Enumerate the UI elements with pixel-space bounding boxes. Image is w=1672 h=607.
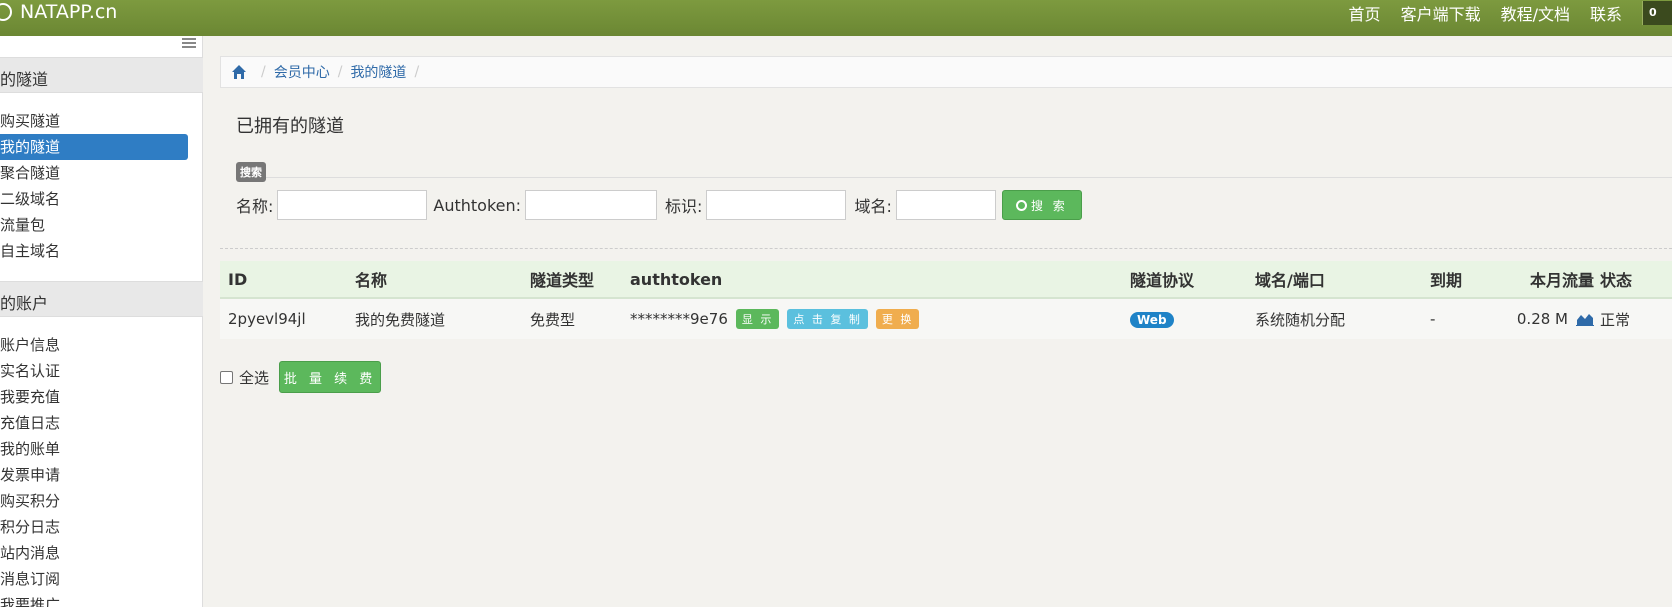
sidebar-collapse-icon[interactable]	[182, 38, 196, 48]
header-status: 状态	[1600, 271, 1633, 290]
header-type: 隧道类型	[530, 271, 595, 290]
sidebar-account-list: 账户信息 实名认证 我要充值 充值日志 我的账单 发票申请 购买积分 积分日志 …	[0, 332, 203, 607]
breadcrumb: / 会员中心 / 我的隧道 /	[220, 56, 1672, 88]
sidebar-item-buy-points[interactable]: 购买积分	[0, 488, 203, 514]
tunnel-authtoken-cell: ********9e76 显 示 点 击 复 制 更 换	[630, 309, 1130, 329]
header-traffic: 本月流量	[1529, 271, 1594, 290]
sidebar-item-messages[interactable]: 站内消息	[0, 540, 203, 566]
breadcrumb-separator: /	[261, 64, 266, 80]
breadcrumb-separator: /	[414, 64, 420, 80]
tag-search-input[interactable]	[706, 190, 847, 220]
tunnel-protocol-cell: Web	[1130, 310, 1255, 328]
sidebar-item-subdomain[interactable]: 二级域名	[0, 186, 203, 212]
traffic-chart-icon[interactable]	[1576, 312, 1594, 326]
tunnel-traffic-cell: 0.28 M	[1490, 310, 1600, 328]
tag-label: 标识:	[665, 197, 703, 216]
authtoken-label: Authtoken:	[433, 195, 522, 215]
select-all-checkbox[interactable]	[220, 370, 233, 384]
sidebar-item-promotion[interactable]: 我要推广	[0, 592, 203, 607]
name-search-input[interactable]	[277, 190, 428, 220]
header-domain-port: 域名/端口	[1255, 271, 1325, 290]
nav-download[interactable]: 客户端下载	[1401, 1, 1481, 25]
protocol-badge: Web	[1130, 312, 1174, 328]
change-token-button[interactable]: 更 换	[875, 309, 920, 329]
tunnel-name: 我的免费隧道	[355, 310, 446, 329]
top-navbar: NATAPP.cn 首页 客户端下载 教程/文档 联系 0	[0, 0, 1672, 36]
header-protocol: 隧道协议	[1130, 271, 1195, 290]
authtoken-search-input[interactable]	[525, 190, 658, 220]
logo-icon	[0, 3, 12, 21]
tunnel-type: 免费型	[530, 310, 576, 329]
select-all-label[interactable]: 全选	[239, 367, 269, 388]
search-button-label: 搜 索	[1030, 198, 1068, 213]
sidebar-item-recharge-log[interactable]: 充值日志	[0, 410, 203, 436]
sidebar-item-verification[interactable]: 实名认证	[0, 358, 203, 384]
domain-label: 域名:	[854, 197, 892, 216]
bulk-renew-button[interactable]: 批 量 续 费	[279, 361, 382, 393]
header-id: ID	[228, 269, 248, 289]
name-label: 名称:	[236, 197, 274, 216]
table-header: ID 名称 隧道类型 authtoken 隧道协议 域名/端口 到期 本月流量 …	[220, 261, 1672, 299]
page-title: 已拥有的隧道	[236, 112, 1672, 178]
home-icon[interactable]	[231, 64, 247, 80]
tunnel-authtoken: ********9e76	[630, 310, 728, 328]
divider	[220, 248, 1672, 249]
breadcrumb-my-tunnels[interactable]: 我的隧道	[350, 62, 406, 82]
header-name: 名称	[355, 271, 388, 290]
nav-docs[interactable]: 教程/文档	[1501, 1, 1570, 25]
search-section-tag: 搜索	[236, 162, 266, 182]
tunnel-expire: -	[1430, 310, 1436, 328]
main-content: / 会员中心 / 我的隧道 / 已拥有的隧道 搜索 名称: Authtoken:…	[204, 36, 1672, 607]
tunnel-domain: 系统随机分配	[1255, 310, 1346, 329]
sidebar: 的隧道 购买隧道 我的隧道 聚合隧道 二级域名 流量包 自主域名 的账户 账户信…	[0, 36, 203, 607]
show-token-button[interactable]: 显 示	[735, 309, 780, 329]
header-authtoken: authtoken	[630, 269, 723, 289]
sidebar-item-points-log[interactable]: 积分日志	[0, 514, 203, 540]
search-icon	[1015, 199, 1027, 211]
sidebar-item-buy-tunnel[interactable]: 购买隧道	[0, 108, 203, 134]
sidebar-item-subscriptions[interactable]: 消息订阅	[0, 566, 203, 592]
sidebar-item-recharge[interactable]: 我要充值	[0, 384, 203, 410]
table-row: 2pyevl94jl 我的免费隧道 免费型 ********9e76 显 示 点…	[220, 299, 1672, 339]
tunnel-status: 正常	[1600, 310, 1631, 329]
breadcrumb-separator: /	[337, 64, 343, 80]
tunnel-table: ID 名称 隧道类型 authtoken 隧道协议 域名/端口 到期 本月流量 …	[220, 261, 1672, 339]
brand-name: NATAPP.cn	[20, 1, 118, 23]
sidebar-item-invoice[interactable]: 发票申请	[0, 462, 203, 488]
sidebar-item-aggregate-tunnel[interactable]: 聚合隧道	[0, 160, 203, 186]
sidebar-section-tunnels[interactable]: 的隧道	[0, 57, 203, 93]
sidebar-item-my-tunnels[interactable]: 我的隧道	[0, 134, 188, 160]
sidebar-item-traffic-pack[interactable]: 流量包	[0, 212, 203, 238]
sidebar-item-account-info[interactable]: 账户信息	[0, 332, 203, 358]
breadcrumb-member-center[interactable]: 会员中心	[274, 62, 330, 82]
tunnel-traffic: 0.28 M	[1516, 310, 1568, 328]
brand[interactable]: NATAPP.cn	[0, 0, 117, 24]
domain-search-input[interactable]	[895, 190, 996, 220]
search-form: 名称: Authtoken: 标识: 域名: 搜 索	[236, 190, 1082, 220]
search-button[interactable]: 搜 索	[1001, 190, 1082, 220]
bulk-actions: 全选 批 量 续 费	[220, 361, 382, 393]
top-nav: 首页 客户端下载 教程/文档 联系 0	[1349, 0, 1672, 26]
nav-contact[interactable]: 联系	[1590, 1, 1622, 25]
copy-token-button[interactable]: 点 击 复 制	[787, 309, 868, 329]
sidebar-section-account[interactable]: 的账户	[0, 281, 203, 317]
header-expire: 到期	[1430, 271, 1463, 290]
sidebar-item-custom-domain[interactable]: 自主域名	[0, 238, 203, 264]
sidebar-tunnel-list: 购买隧道 我的隧道 聚合隧道 二级域名 流量包 自主域名	[0, 108, 203, 264]
sidebar-item-bills[interactable]: 我的账单	[0, 436, 203, 462]
user-badge[interactable]: 0	[1642, 1, 1672, 25]
tunnel-id: 2pyevl94jl	[228, 310, 306, 328]
nav-home[interactable]: 首页	[1349, 1, 1381, 25]
